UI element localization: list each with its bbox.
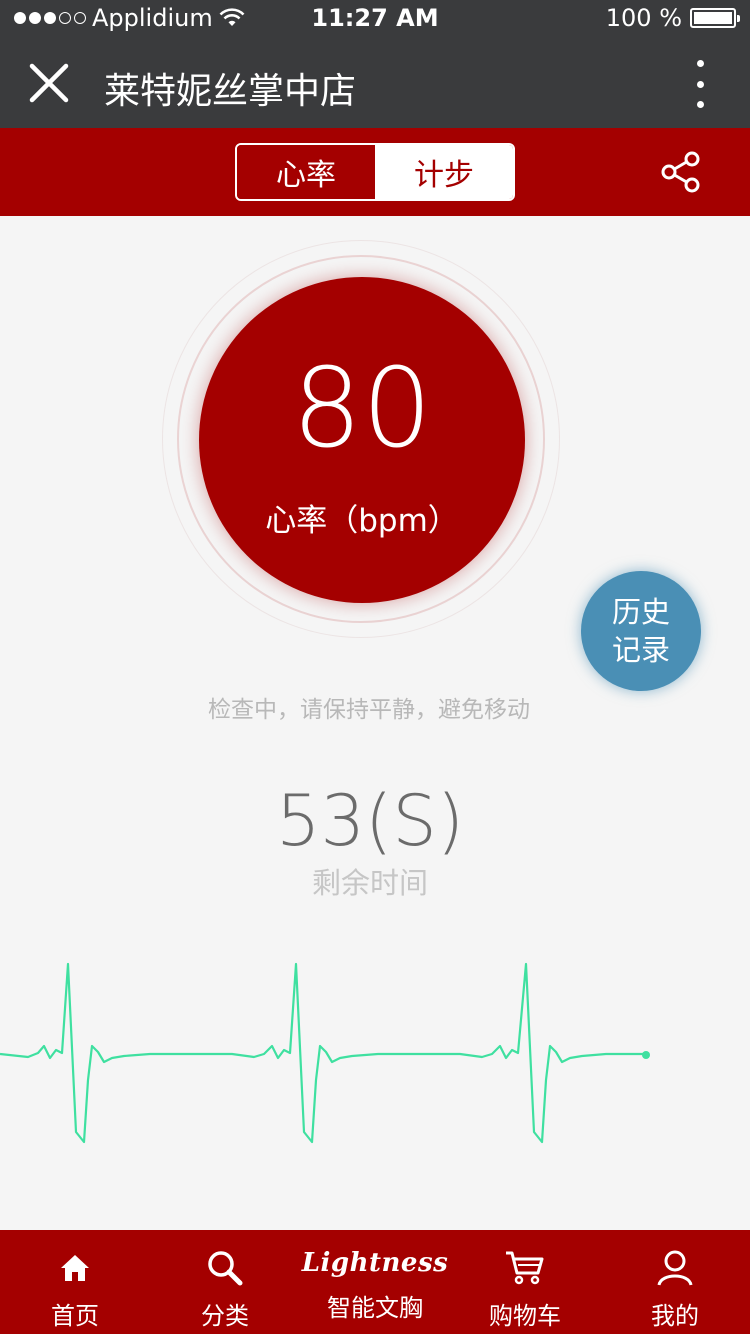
countdown-label: 剩余时间 xyxy=(311,866,428,900)
brand-logo: Lightness xyxy=(301,1248,449,1278)
heart-rate-value: 80 xyxy=(292,344,432,472)
history-label-line1: 历史 xyxy=(611,595,670,629)
tab-home-label: 首页 xyxy=(51,1302,99,1330)
home-icon xyxy=(61,1255,89,1281)
measuring-hint: 检查中，请保持平静，避免移动 xyxy=(208,697,530,723)
close-icon[interactable] xyxy=(26,60,72,106)
cart-icon xyxy=(506,1251,544,1285)
page-title: 莱特妮丝掌中店 xyxy=(104,71,357,112)
more-icon[interactable] xyxy=(690,60,710,108)
tab-steps[interactable]: 计步 xyxy=(375,145,513,199)
heart-rate-dial: 80 心率（bpm） xyxy=(199,277,525,603)
battery-info: 100 % xyxy=(605,4,740,32)
nav-bar: 莱特妮丝掌中店 xyxy=(0,36,750,128)
battery-percent: 100 % xyxy=(605,4,682,32)
tab-mine-label: 我的 xyxy=(651,1302,699,1330)
mode-bar: 心率 计步 xyxy=(0,128,750,216)
heart-rate-unit: 心率（bpm） xyxy=(265,503,459,539)
battery-icon xyxy=(690,8,740,28)
tab-cart[interactable]: 购物车 xyxy=(470,1230,580,1334)
mode-switch: 心率 计步 xyxy=(235,143,515,201)
tab-cart-label: 购物车 xyxy=(489,1302,561,1330)
tab-heart-rate[interactable]: 心率 xyxy=(237,145,375,199)
tab-home[interactable]: 首页 xyxy=(20,1230,130,1334)
tab-category-label: 分类 xyxy=(201,1302,249,1330)
share-icon[interactable] xyxy=(660,150,704,194)
search-icon xyxy=(208,1251,243,1286)
tab-category[interactable]: 分类 xyxy=(170,1230,280,1334)
countdown-value: 53(S) xyxy=(275,780,465,862)
tab-smart-bra-label: 智能文胸 xyxy=(327,1294,423,1322)
bottom-tab-bar: 首页 分类 Lightness 智能文胸 购物车 我的 xyxy=(0,1230,750,1334)
status-bar: Applidium 11:27 AM 100 % xyxy=(0,0,750,36)
ecg-waveform xyxy=(0,962,650,1144)
history-button[interactable]: 历史 记录 xyxy=(581,571,701,691)
user-icon xyxy=(657,1250,693,1286)
history-label-line2: 记录 xyxy=(611,633,670,667)
tab-smart-bra[interactable]: Lightness 智能文胸 xyxy=(295,1230,455,1334)
tab-mine[interactable]: 我的 xyxy=(620,1230,730,1334)
